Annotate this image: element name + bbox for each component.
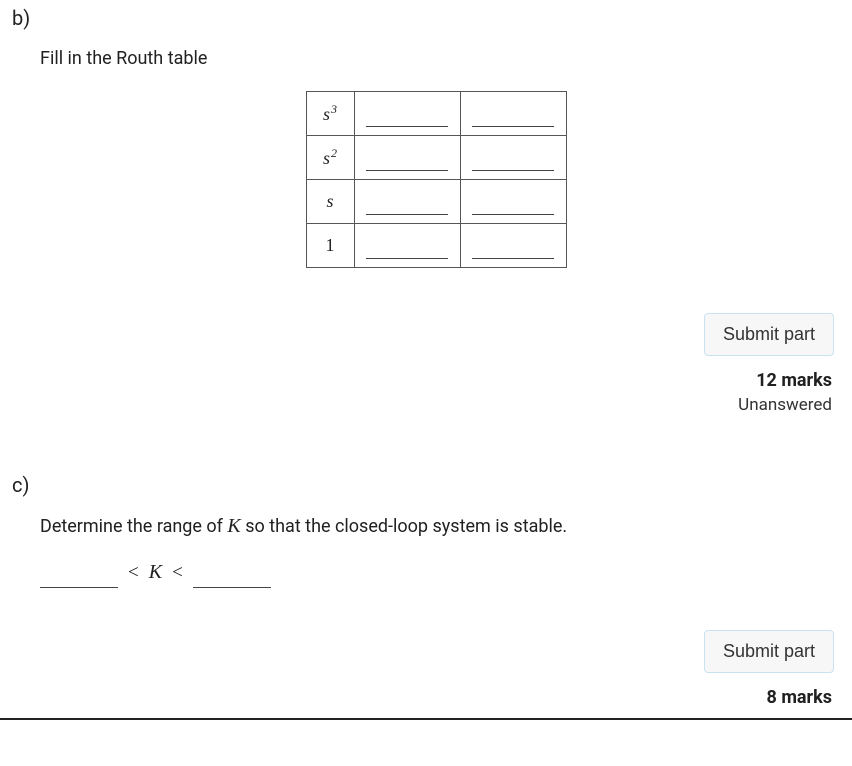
routh-input-r4c2[interactable]	[472, 233, 554, 259]
routh-input-r3c1[interactable]	[366, 189, 448, 215]
table-row: s3	[306, 92, 566, 136]
part-b-label: b)	[12, 6, 832, 30]
routh-input-r2c1[interactable]	[366, 145, 448, 171]
k-lower-bound-input[interactable]	[40, 560, 118, 588]
table-row: 1	[306, 224, 566, 268]
routh-row-label-s2: s2	[306, 136, 354, 180]
routh-row-label-s3: s3	[306, 92, 354, 136]
less-than-symbol-2: <	[172, 562, 183, 584]
part-c-label: c)	[12, 473, 832, 497]
routh-table-container: s3 s2 s 1	[40, 91, 832, 268]
part-b-status: Unanswered	[20, 395, 832, 415]
part-b-question: Fill in the Routh table	[40, 48, 832, 69]
table-row: s2	[306, 136, 566, 180]
k-range-row: < K <	[40, 560, 832, 588]
bottom-divider	[0, 718, 852, 720]
routh-input-r3c2[interactable]	[472, 189, 554, 215]
k-upper-bound-input[interactable]	[193, 560, 271, 588]
routh-table: s3 s2 s 1	[306, 91, 567, 268]
part-c-question: Determine the range of K so that the clo…	[40, 515, 832, 538]
submit-part-c-button[interactable]: Submit part	[704, 630, 834, 673]
routh-input-r2c2[interactable]	[472, 145, 554, 171]
routh-row-label-s: s	[306, 180, 354, 224]
submit-part-b-button[interactable]: Submit part	[704, 313, 834, 356]
routh-input-r4c1[interactable]	[366, 233, 448, 259]
routh-input-r1c2[interactable]	[472, 101, 554, 127]
part-c-marks: 8 marks	[20, 687, 832, 708]
k-variable: K	[149, 561, 162, 584]
part-b-marks: 12 marks	[20, 370, 832, 391]
routh-input-r1c1[interactable]	[366, 101, 448, 127]
table-row: s	[306, 180, 566, 224]
routh-row-label-1: 1	[306, 224, 354, 268]
less-than-symbol-1: <	[128, 562, 139, 584]
